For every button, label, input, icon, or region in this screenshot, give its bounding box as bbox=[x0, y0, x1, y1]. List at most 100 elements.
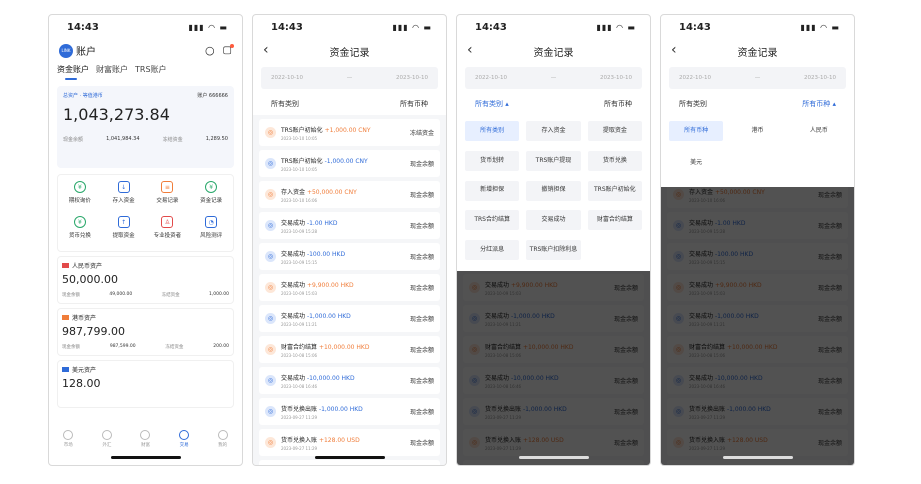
record-item[interactable]: ◎TRS账户初始化 -1,000.00 CNY2023-10-10 10:05现… bbox=[259, 150, 440, 177]
func-withdraw[interactable]: ↑ 提取资金 bbox=[102, 216, 146, 251]
date-start[interactable]: 2022-10-10 bbox=[475, 75, 507, 81]
nav-label: 市场 bbox=[63, 443, 73, 448]
record-title: TRS账户初始化 -1,000.00 CNY bbox=[281, 156, 410, 165]
asset-cash-label: 现金余额 bbox=[62, 345, 80, 350]
filter-type[interactable]: 所有类别 bbox=[679, 99, 707, 109]
record-title: TRS账户初始化 +1,000.00 CNY bbox=[281, 125, 410, 134]
tab-underline bbox=[65, 78, 77, 80]
type-option[interactable]: 所有类别 bbox=[465, 121, 520, 141]
type-option[interactable]: TRS合约结算 bbox=[465, 210, 520, 231]
record-date: 2023-10-09 15:28 bbox=[281, 228, 318, 234]
status-bar: 14:43 ▮▮▮ ◠ ▬ bbox=[49, 15, 242, 39]
screenshot-stage: 14:43 ▮▮▮ ◠ ▬ LINK 账户 ○ ▢ 资金账户 财富账户 TRS账… bbox=[0, 0, 921, 484]
filter-type[interactable]: 所有类别 ▴ bbox=[475, 99, 509, 109]
func-currency-exchange[interactable]: ¥ 货币兑换 bbox=[58, 216, 102, 251]
nav-bar: ‹ 资金记录 bbox=[457, 39, 650, 63]
type-option[interactable]: 财富合约结算 bbox=[587, 210, 642, 231]
page-title: 资金记录 bbox=[737, 47, 778, 59]
record-status: 现金余额 bbox=[409, 192, 434, 199]
record-date: 2023-09-27 11:29 bbox=[281, 445, 318, 451]
back-arrow-icon[interactable]: ‹ bbox=[467, 42, 473, 58]
date-dash: — bbox=[550, 75, 557, 81]
func-professional-investor[interactable]: ♙ 专业投资者 bbox=[146, 216, 190, 251]
record-item[interactable]: ◎TRS账户初始化 +1,000.00 CNY2023-10-10 10:05冻… bbox=[259, 119, 440, 146]
type-option[interactable]: 分红派息 bbox=[465, 240, 520, 261]
type-option[interactable]: 货币兑换 bbox=[587, 150, 642, 171]
signal-wifi-battery-icon: ▮▮▮ ◠ ▬ bbox=[392, 22, 432, 32]
date-end[interactable]: 2023-10-10 bbox=[396, 75, 428, 81]
date-range-picker[interactable]: 2022-10-10 — 2023-10-10 bbox=[669, 67, 846, 89]
record-item[interactable]: ◎货币兑换出账 -1,000.00 HKD2023-09-27 11:29现金余… bbox=[259, 398, 440, 425]
record-item[interactable]: ◎财富合约结算 +10,000.00 HKD2023-10-08 15:06现金… bbox=[259, 336, 440, 363]
type-option[interactable]: TRS账户初始化 bbox=[587, 180, 642, 201]
nav-forex[interactable]: 外汇 bbox=[101, 430, 112, 448]
func-trade-record[interactable]: ≡ 交易记录 bbox=[146, 181, 190, 216]
record-item[interactable]: ◎交易成功 -100.00 HKD2023-10-09 15:15现金余额 bbox=[259, 243, 440, 270]
record-content: 货币兑换入账 +128.00 USD2023-09-27 11:29 bbox=[281, 435, 410, 451]
filter-currency[interactable]: 所有币种 bbox=[604, 99, 632, 109]
dim-overlay[interactable] bbox=[457, 271, 650, 465]
date-range-picker[interactable]: 2022-10-10 — 2023-10-10 bbox=[261, 67, 438, 89]
asset-card-cny[interactable]: 人民币资产 50,000.00 现金余额 49,000.00 冻结资金 1,000.0… bbox=[57, 256, 234, 304]
record-item[interactable]: ◎交易成功 -1.00 HKD2023-10-09 15:28现金余额 bbox=[259, 212, 440, 239]
account-number[interactable]: 账户 666666 bbox=[197, 92, 228, 99]
filter-type-label: 所有类别 bbox=[475, 100, 503, 108]
record-status: 现金余额 bbox=[409, 285, 434, 292]
nav-market[interactable]: 市场 bbox=[63, 430, 74, 448]
date-end[interactable]: 2023-10-10 bbox=[804, 75, 836, 81]
type-option[interactable]: 交易成功 bbox=[526, 210, 581, 231]
currency-option[interactable]: 人民币 bbox=[792, 121, 846, 141]
record-content: 财富合约结算 +10,000.00 HKD2023-10-08 15:06 bbox=[281, 342, 410, 358]
record-title: 货币兑换出账 -1,000.00 HKD bbox=[281, 404, 410, 413]
type-option[interactable]: 存入资金 bbox=[526, 121, 581, 141]
filter-type[interactable]: 所有类别 bbox=[271, 99, 299, 109]
func-label: 专业投资者 bbox=[153, 233, 182, 239]
currency-option[interactable]: 港币 bbox=[730, 121, 784, 141]
record-item[interactable]: ◎交易成功 -1,000.00 HKD2023-10-09 11:21现金余额 bbox=[259, 305, 440, 332]
date-dash: — bbox=[754, 75, 761, 81]
date-start[interactable]: 2022-10-10 bbox=[679, 75, 711, 81]
record-item[interactable]: ◎交易成功 -10,000.00 HKD2023-10-08 16:46现金余额 bbox=[259, 367, 440, 394]
currency-option[interactable]: 所有币种 bbox=[669, 121, 724, 141]
asset-card-usd[interactable]: 美元资产 128.00 bbox=[57, 360, 234, 408]
record-content: 交易成功 +9,900.00 HKD2023-10-09 15:03 bbox=[281, 280, 410, 296]
filter-currency[interactable]: 所有币种 ▴ bbox=[802, 99, 836, 109]
search-icon[interactable]: ○ bbox=[205, 44, 215, 57]
func-options-quote[interactable]: ¥ 期权询价 bbox=[58, 181, 102, 216]
nav-mine[interactable]: 我的 bbox=[217, 430, 228, 448]
date-end[interactable]: 2023-10-10 bbox=[600, 75, 632, 81]
type-option[interactable]: 撤销担保 bbox=[526, 180, 581, 201]
nav-trade[interactable]: 交易 bbox=[179, 430, 190, 448]
nav-wealth[interactable]: 财富 bbox=[140, 430, 151, 448]
tab-wealth-account[interactable]: 财富账户 bbox=[96, 64, 128, 75]
type-option[interactable]: 新增担保 bbox=[465, 180, 520, 201]
back-arrow-icon[interactable]: ‹ bbox=[671, 42, 677, 58]
filter-currency[interactable]: 所有币种 bbox=[400, 99, 428, 109]
message-icon[interactable]: ▢ bbox=[223, 44, 234, 56]
expense-icon: ◎ bbox=[265, 375, 276, 386]
expense-icon: ◎ bbox=[265, 220, 276, 231]
func-deposit[interactable]: ↓ 存入资金 bbox=[102, 181, 146, 216]
record-item[interactable]: ◎交易成功 +9,900.00 HKD2023-10-09 15:03现金余额 bbox=[259, 274, 440, 301]
asset-frozen-label: 冻结资金 bbox=[161, 293, 180, 298]
record-title: 交易成功 -10,000.00 HKD bbox=[281, 373, 410, 382]
asset-card-hkd[interactable]: 港币资产 987,799.00 现金余额 987,599.00 冻结资金 200.00 bbox=[57, 308, 234, 356]
record-item[interactable]: ◎提取资金 -10,000.00 HKD现金余额 bbox=[259, 460, 440, 465]
record-item[interactable]: ◎货币兑换入账 +128.00 USD2023-09-27 11:29现金余额 bbox=[259, 429, 440, 456]
type-option[interactable]: 货币划转 bbox=[465, 150, 520, 171]
tab-fund-account[interactable]: 资金账户 bbox=[57, 64, 89, 75]
date-range-picker[interactable]: 2022-10-10 — 2023-10-10 bbox=[465, 67, 642, 89]
record-item[interactable]: ◎存入资金 +50,000.00 CNY2023-10-10 16:06现金余额 bbox=[259, 181, 440, 208]
func-risk-assessment[interactable]: ◔ 风险测评 bbox=[189, 216, 233, 251]
type-option[interactable]: 提取资金 bbox=[587, 121, 642, 141]
date-start[interactable]: 2022-10-10 bbox=[271, 75, 303, 81]
currency-option[interactable]: 美元 bbox=[669, 154, 723, 174]
func-label: 资金记录 bbox=[200, 198, 223, 204]
back-arrow-icon[interactable]: ‹ bbox=[263, 42, 269, 58]
tab-trs-account[interactable]: TRS账户 bbox=[135, 64, 167, 75]
dim-overlay[interactable] bbox=[661, 187, 854, 465]
nav-label: 交易 bbox=[179, 443, 189, 448]
type-option[interactable]: TRS账户提现 bbox=[526, 150, 581, 171]
func-fund-record[interactable]: ¥ 资金记录 bbox=[189, 181, 233, 216]
type-option[interactable]: TRS账户扣除利息 bbox=[526, 240, 581, 261]
